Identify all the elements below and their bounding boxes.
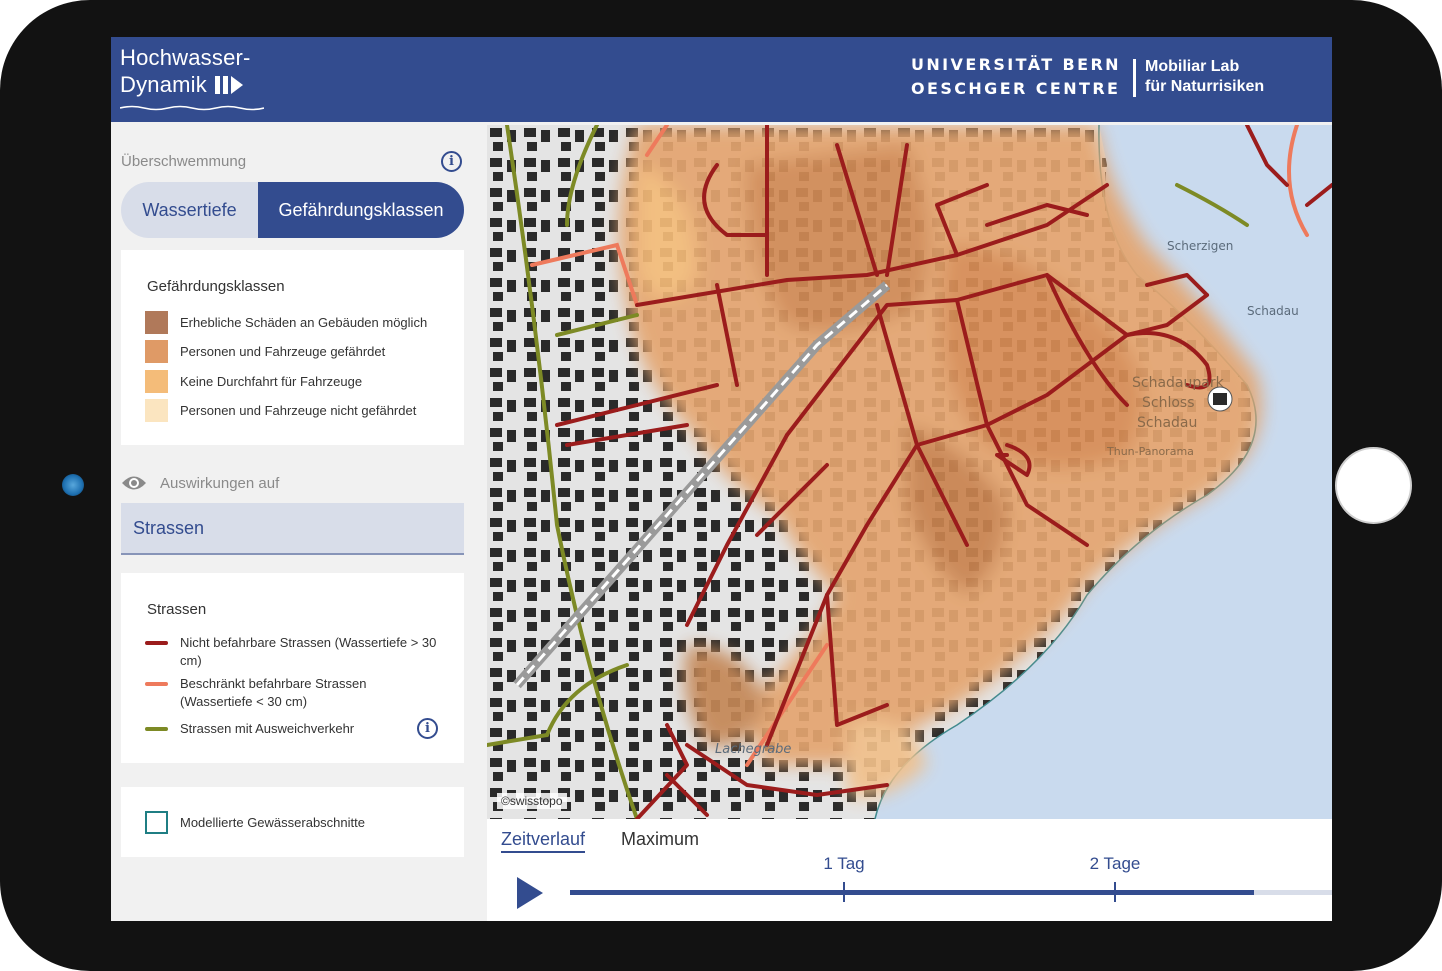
place-label: Schloss bbox=[1142, 395, 1195, 411]
legend-label: Nicht befahrbare Strassen (Wassertiefe >… bbox=[180, 635, 437, 668]
legend-label: Personen und Fahrzeuge nicht gefährdet bbox=[180, 403, 417, 418]
legend-item: Personen und Fahrzeuge nicht gefährdet bbox=[145, 399, 416, 422]
centre-name: OESCHGER CENTRE bbox=[911, 79, 1121, 98]
legend-label: Personen und Fahrzeuge gefährdet bbox=[180, 344, 386, 359]
info-icon[interactable]: i bbox=[417, 718, 438, 739]
logo-play-icon bbox=[214, 75, 243, 94]
legend-line bbox=[145, 682, 168, 686]
app-header: Hochwasser- Dynamik UNIVERSITÄT BERN OES… bbox=[111, 37, 1332, 122]
legend-label: Strassen mit Ausweichverkehr bbox=[180, 721, 355, 736]
legend-swatch bbox=[145, 311, 168, 334]
legend-item: Erhebliche Schäden an Gebäuden möglich bbox=[145, 311, 427, 334]
legend-label: Keine Durchfahrt für Fahrzeuge bbox=[180, 374, 363, 389]
legend-swatch bbox=[145, 370, 168, 393]
place-label: Lachegrabe bbox=[715, 742, 791, 757]
legend-swatch bbox=[145, 340, 168, 363]
hazard-legend-title: Gefährdungsklassen bbox=[147, 278, 285, 295]
timeline-tick-label: 2 Tage bbox=[1089, 854, 1141, 873]
logo-divider bbox=[1133, 59, 1136, 97]
map-copyright: ©swisstopo bbox=[497, 793, 567, 809]
tab-zeitverlauf[interactable]: Zeitverlauf bbox=[501, 829, 586, 853]
legend-item: Strassen mit Ausweichverkehr bbox=[145, 720, 354, 738]
timeline-tick bbox=[843, 882, 845, 902]
timeline-progress bbox=[570, 890, 1254, 895]
home-button[interactable] bbox=[1335, 447, 1412, 524]
lab-logo: Mobiliar Lab für Naturrisiken bbox=[1145, 57, 1264, 97]
hazard-legend: Gefährdungsklassen Erhebliche Schäden an… bbox=[121, 250, 464, 445]
legend-item: Keine Durchfahrt für Fahrzeuge bbox=[145, 370, 362, 393]
effects-header: Auswirkungen auf bbox=[121, 474, 279, 492]
logo-wave-icon bbox=[119, 105, 265, 111]
legend-line bbox=[145, 641, 168, 645]
place-label: Schadaupark bbox=[1132, 375, 1225, 391]
map-canvas[interactable]: Scherzigen Schadau Schadaupark Schloss S… bbox=[487, 125, 1332, 819]
legend-swatch bbox=[145, 399, 168, 422]
university-logo: UNIVERSITÄT BERN OESCHGER CENTRE bbox=[911, 53, 1121, 101]
logo-line-2: Dynamik bbox=[120, 72, 207, 97]
camera-icon bbox=[62, 474, 84, 496]
place-label: Scherzigen bbox=[1167, 239, 1233, 253]
legend-label: Beschränkt befahrbare Strassen (Wasserti… bbox=[180, 676, 367, 709]
modeled-sections-card: Modellierte Gewässerabschnitte bbox=[121, 787, 464, 857]
lab-subtitle: für Naturrisiken bbox=[1145, 78, 1265, 95]
university-name: UNIVERSITÄT BERN bbox=[911, 55, 1121, 74]
play-button[interactable] bbox=[517, 877, 543, 909]
lab-name: Mobiliar Lab bbox=[1145, 58, 1240, 75]
flood-map[interactable]: Scherzigen Schadau Schadaupark Schloss S… bbox=[487, 125, 1332, 819]
eye-icon[interactable] bbox=[121, 474, 147, 492]
toggle-option-gefaehrdungsklassen[interactable]: Gefährdungsklassen bbox=[258, 182, 464, 238]
place-label: Thun-Panorama bbox=[1106, 445, 1194, 458]
logo-line-1: Hochwasser- bbox=[120, 45, 251, 70]
modeled-sections-label: Modellierte Gewässerabschnitte bbox=[180, 815, 365, 830]
effects-select[interactable]: Strassen bbox=[121, 503, 464, 555]
modeled-sections-row[interactable]: Modellierte Gewässerabschnitte bbox=[145, 811, 365, 834]
castle-building bbox=[1213, 393, 1227, 405]
section-title: Überschwemmung bbox=[121, 153, 247, 170]
legend-item: Beschränkt befahrbare Strassen (Wasserti… bbox=[145, 675, 445, 711]
app-screen: Hochwasser- Dynamik UNIVERSITÄT BERN OES… bbox=[111, 37, 1332, 921]
tab-maximum[interactable]: Maximum bbox=[621, 829, 699, 850]
place-label: Schadau bbox=[1247, 304, 1299, 318]
sidebar: Überschwemmung i Wassertiefe Gefährdungs… bbox=[111, 122, 485, 921]
legend-item: Nicht befahrbare Strassen (Wassertiefe >… bbox=[145, 634, 445, 670]
timeline-tick-label: 1 Tag bbox=[823, 854, 865, 873]
effects-label: Auswirkungen auf bbox=[160, 474, 280, 492]
timeline: Zeitverlauf Maximum 1 Tag 2 Tage bbox=[487, 819, 1332, 921]
roads-legend-title: Strassen bbox=[147, 601, 207, 618]
timeline-tick bbox=[1114, 882, 1116, 902]
tablet-frame: Hochwasser- Dynamik UNIVERSITÄT BERN OES… bbox=[0, 0, 1442, 971]
toggle-option-wassertiefe[interactable]: Wassertiefe bbox=[121, 182, 258, 238]
legend-line bbox=[145, 727, 168, 731]
modeled-sections-checkbox[interactable] bbox=[145, 811, 168, 834]
info-icon[interactable]: i bbox=[441, 151, 462, 172]
legend-item: Personen und Fahrzeuge gefährdet bbox=[145, 340, 385, 363]
roads-legend: Strassen Nicht befahrbare Strassen (Wass… bbox=[121, 573, 464, 763]
place-label: Schadau bbox=[1137, 415, 1197, 431]
app-logo[interactable]: Hochwasser- Dynamik bbox=[119, 44, 265, 116]
view-toggle: Wassertiefe Gefährdungsklassen bbox=[121, 182, 464, 238]
legend-label: Erhebliche Schäden an Gebäuden möglich bbox=[180, 315, 428, 330]
